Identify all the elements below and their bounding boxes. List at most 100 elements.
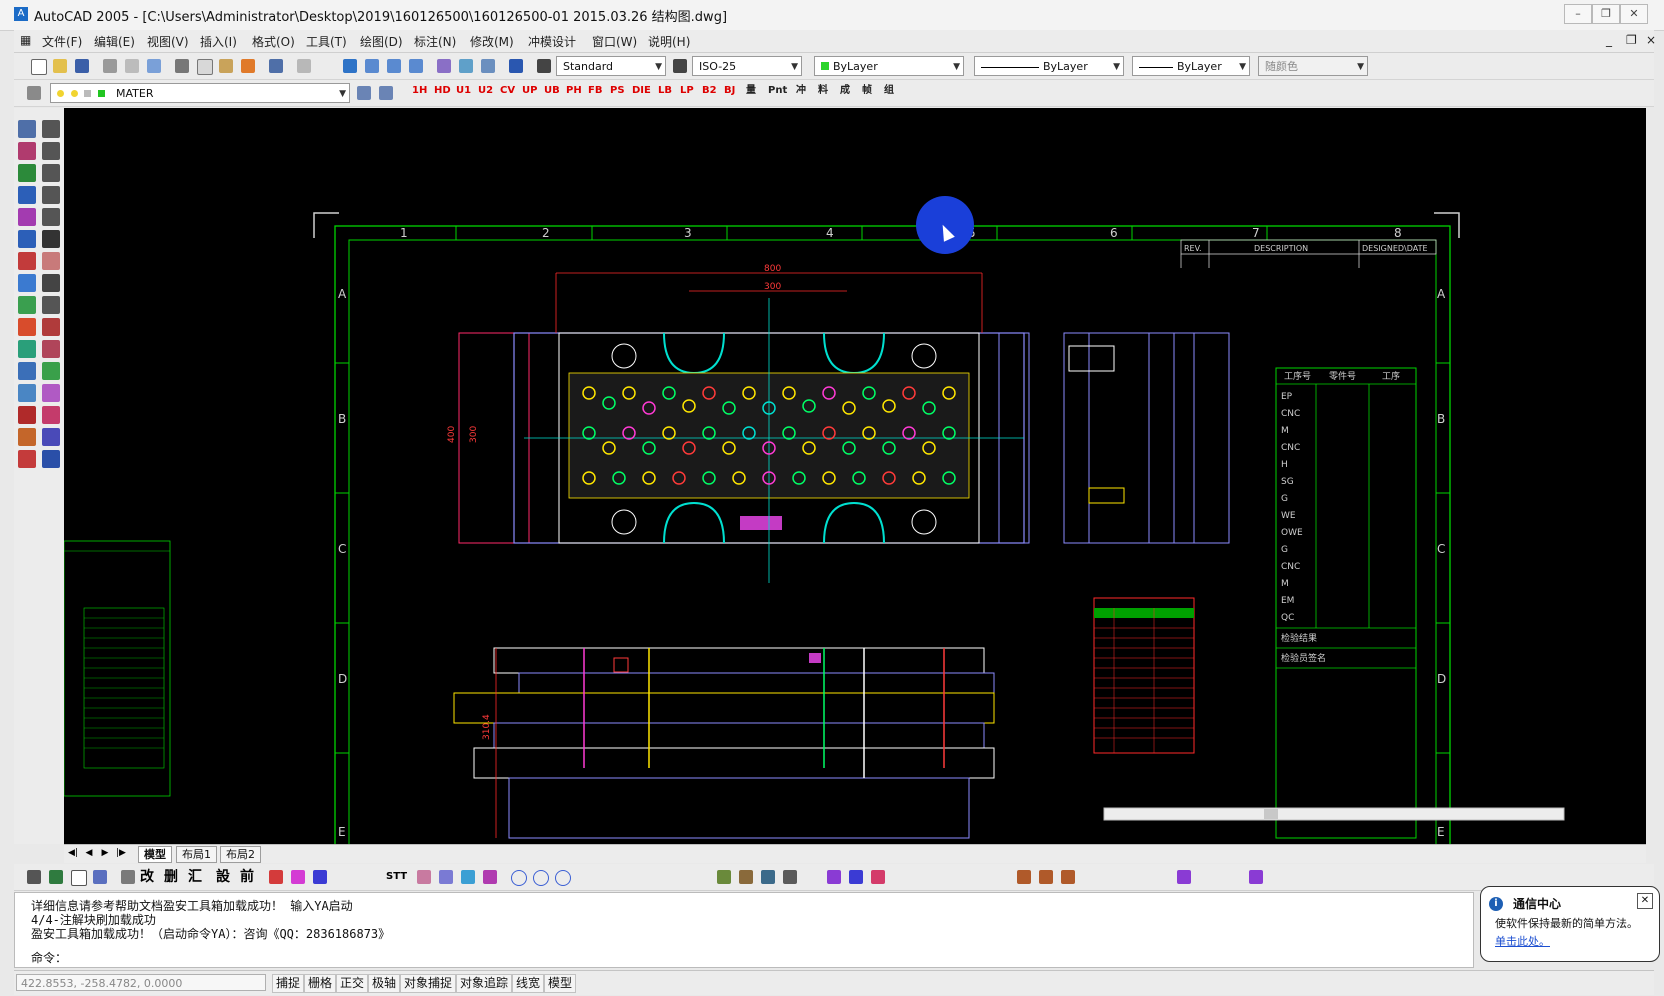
restore-button[interactable]: ❐	[1592, 4, 1620, 24]
new-icon[interactable]	[28, 56, 48, 76]
make-layer-current-icon[interactable]	[354, 83, 374, 103]
plugin-lp-button[interactable]: LP	[680, 83, 694, 99]
plugin-frame-button[interactable]: 帧	[862, 83, 872, 99]
doc-minimize-button[interactable]: _	[1606, 33, 1612, 47]
redo-icon[interactable]	[294, 56, 314, 76]
table-icon[interactable]	[42, 340, 60, 358]
tool-q-icon[interactable]	[824, 867, 844, 887]
color-select[interactable]: ByLayer ▼	[814, 56, 964, 76]
chamfer-icon[interactable]	[42, 274, 60, 292]
menu-edit[interactable]: 编辑(E)	[94, 33, 135, 50]
tool-r-icon[interactable]	[846, 867, 866, 887]
plugin-1h-button[interactable]: 1H	[412, 83, 427, 99]
horizontal-scrollbar[interactable]	[1103, 807, 1565, 821]
stretch-icon[interactable]	[18, 230, 36, 248]
tool-i-icon[interactable]	[414, 867, 434, 887]
tool-p-icon[interactable]	[780, 867, 800, 887]
menu-draw[interactable]: 绘图(D)	[360, 33, 403, 50]
doc-restore-button[interactable]: ❐	[1626, 33, 1637, 47]
extend-icon[interactable]	[18, 252, 36, 270]
leader-icon[interactable]	[42, 450, 60, 468]
menu-format[interactable]: 格式(O)	[252, 33, 295, 50]
doc-menu-icon[interactable]: ▦	[20, 33, 31, 47]
dim-style-select[interactable]: ISO-25 ▼	[692, 56, 802, 76]
settings-text-button[interactable]: 設	[216, 869, 230, 885]
copy-tool-icon[interactable]	[42, 142, 60, 160]
tool-c-icon[interactable]	[68, 867, 88, 887]
properties-icon[interactable]	[434, 56, 454, 76]
close-button[interactable]: ✕	[1620, 4, 1648, 24]
explode-icon[interactable]	[42, 296, 60, 314]
hatch-icon[interactable]	[18, 318, 36, 336]
menu-die-design[interactable]: 冲模设计	[528, 33, 576, 50]
plugin-up-button[interactable]: UP	[522, 83, 537, 99]
model-toggle[interactable]: 模型	[544, 974, 577, 993]
plugin-bj-button[interactable]: BJ	[724, 83, 735, 99]
draw-icon[interactable]	[18, 120, 36, 138]
plugin-punch-button[interactable]: 冲	[796, 83, 806, 99]
tool-e-icon[interactable]	[118, 867, 138, 887]
tool-d-icon[interactable]	[90, 867, 110, 887]
layer-previous-icon[interactable]	[376, 83, 396, 103]
circle-tool-2-icon[interactable]	[530, 867, 550, 887]
plugin-b2-button[interactable]: B2	[702, 83, 717, 99]
delete-text-button[interactable]: 删	[164, 869, 178, 885]
tool-v-icon[interactable]	[1058, 867, 1078, 887]
plugin-lb-button[interactable]: LB	[658, 83, 672, 99]
block-icon[interactable]	[18, 362, 36, 380]
minimize-button[interactable]: –	[1564, 4, 1592, 24]
plugin-fb-button[interactable]: FB	[588, 83, 602, 99]
osnap-toggle[interactable]: 对象捕捉	[400, 974, 457, 993]
plotstyle-select[interactable]: 随颜色 ▼	[1258, 56, 1368, 76]
tool-j-icon[interactable]	[436, 867, 456, 887]
plugin-group-button[interactable]: 组	[884, 83, 894, 99]
plugin-u2-button[interactable]: U2	[478, 83, 493, 99]
plugin-ph-button[interactable]: PH	[566, 83, 582, 99]
plugin-ub-button[interactable]: UB	[544, 83, 560, 99]
close-icon[interactable]: ✕	[1637, 893, 1653, 909]
otrack-toggle[interactable]: 对象追踪	[456, 974, 513, 993]
prev-tab-icon[interactable]: ◀	[82, 846, 96, 860]
array-icon[interactable]	[18, 186, 36, 204]
tool-m-icon[interactable]	[714, 867, 734, 887]
print-icon[interactable]	[100, 56, 120, 76]
paste-icon[interactable]	[216, 56, 236, 76]
open-icon[interactable]	[50, 56, 70, 76]
first-tab-icon[interactable]: ◀|	[66, 846, 80, 860]
erase-icon[interactable]	[18, 142, 36, 160]
tool-x-icon[interactable]	[1246, 867, 1266, 887]
tab-model[interactable]: 模型	[138, 846, 172, 863]
menu-dimension[interactable]: 标注(N)	[414, 33, 456, 50]
layer-manager-icon[interactable]	[24, 83, 44, 103]
polar-toggle[interactable]: 极轴	[368, 974, 401, 993]
modify-icon[interactable]	[42, 120, 60, 138]
lock-icon[interactable]	[18, 406, 36, 424]
summary-text-button[interactable]: 汇	[188, 869, 202, 885]
plugin-ps-button[interactable]: PS	[610, 83, 625, 99]
insert-block-icon[interactable]	[42, 362, 60, 380]
plugin-measure-button[interactable]: 量	[746, 83, 756, 99]
menu-window[interactable]: 窗口(W)	[592, 33, 637, 50]
menu-view[interactable]: 视图(V)	[147, 33, 189, 50]
lineweight-toggle[interactable]: 线宽	[512, 974, 545, 993]
join-icon[interactable]	[18, 274, 36, 292]
circle-tool-3-icon[interactable]	[552, 867, 572, 887]
grid-toggle[interactable]: 栅格	[304, 974, 337, 993]
last-tab-icon[interactable]: |▶	[114, 846, 128, 860]
circle-tool-icon[interactable]	[508, 867, 528, 887]
tool-o-icon[interactable]	[758, 867, 778, 887]
tool-h-icon[interactable]	[310, 867, 330, 887]
dimension-icon[interactable]	[18, 450, 36, 468]
tab-layout2[interactable]: 布局2	[220, 846, 261, 863]
region-icon[interactable]	[18, 340, 36, 358]
point-icon[interactable]	[18, 384, 36, 402]
modify-text-button[interactable]: 改	[140, 869, 154, 885]
plugin-die-button[interactable]: DIE	[632, 83, 651, 99]
offset-icon[interactable]	[42, 164, 60, 182]
snap-toggle[interactable]: 捕捉	[272, 974, 305, 993]
tool-g-icon[interactable]	[288, 867, 308, 887]
tool-l-icon[interactable]	[480, 867, 500, 887]
tool-n-icon[interactable]	[736, 867, 756, 887]
cut-icon[interactable]	[172, 56, 192, 76]
doc-close-button[interactable]: ×	[1646, 33, 1656, 47]
